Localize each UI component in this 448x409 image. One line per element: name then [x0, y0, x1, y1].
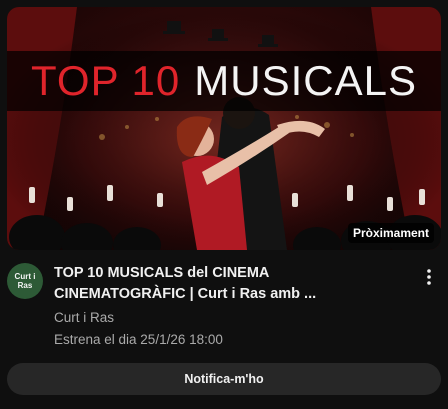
video-card: TOP 10 MUSICALS Pròximament Curt i Ras T… [0, 0, 448, 409]
more-actions-button[interactable] [417, 263, 441, 291]
more-vert-icon [427, 269, 431, 285]
thumbnail-title-musicals: MUSICALS [194, 57, 417, 104]
channel-avatar-text: Curt i Ras [14, 272, 36, 290]
video-details: Curt i Ras TOP 10 MUSICALS del CINEMA CI… [7, 263, 441, 358]
channel-name[interactable]: Curt i Ras [54, 310, 114, 325]
video-thumbnail[interactable]: TOP 10 MUSICALS Pròximament [7, 7, 441, 250]
notify-me-button[interactable]: Notifica-m'ho [7, 363, 441, 395]
premiere-date: Estrena el dia 25/1/26 18:00 [54, 332, 223, 347]
thumbnail-title-banner: TOP 10 MUSICALS [7, 51, 441, 111]
thumbnail-title-top10: TOP 10 [31, 57, 181, 104]
video-title[interactable]: TOP 10 MUSICALS del CINEMA CINEMATOGRÀFI… [54, 263, 404, 305]
thumbnail-artwork [7, 7, 441, 250]
upcoming-badge: Pròximament [347, 223, 434, 243]
channel-avatar[interactable]: Curt i Ras [7, 263, 43, 299]
